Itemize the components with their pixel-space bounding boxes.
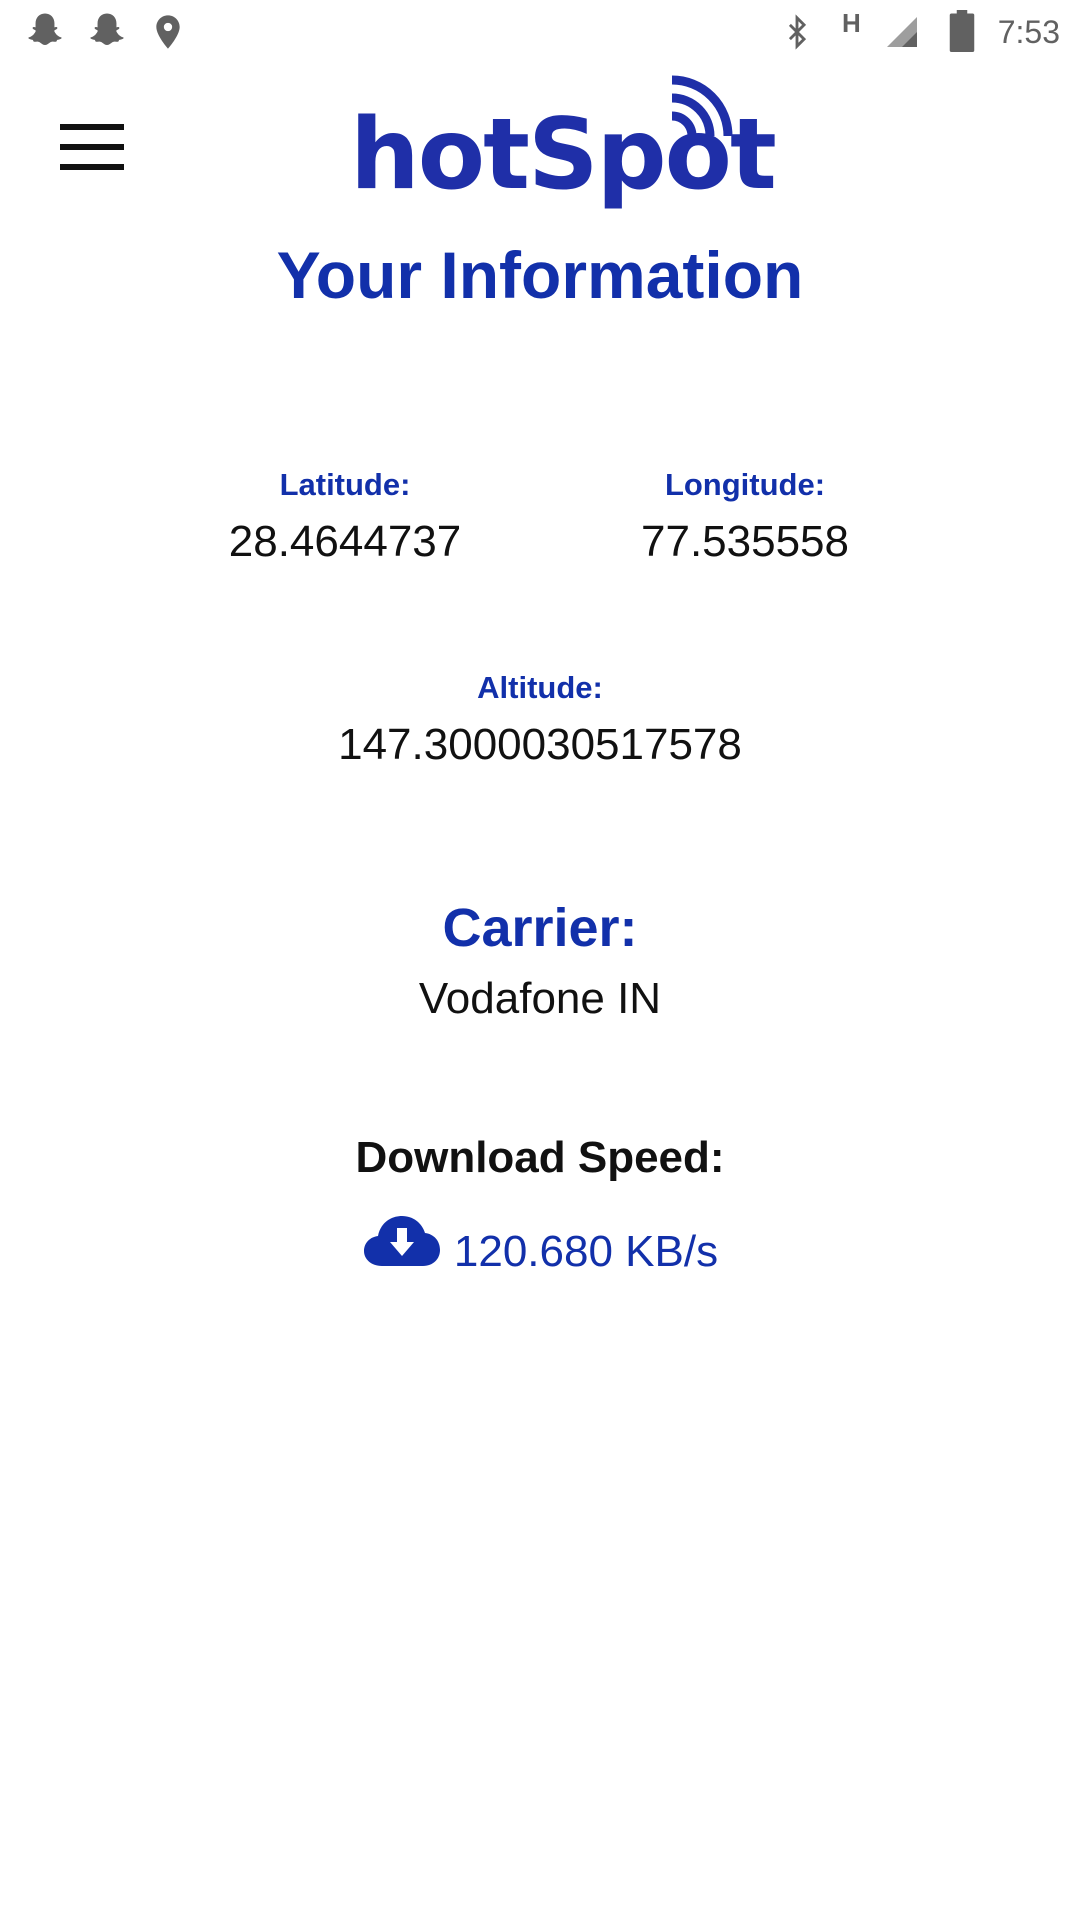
app-logo: hotSpot: [344, 66, 777, 216]
signal-icon: [887, 17, 917, 47]
download-section: Download Speed: 120.680 KB/s: [0, 1136, 1080, 1274]
status-time: 7:53: [997, 14, 1060, 50]
latitude-field: Latitude: 28.4644737: [190, 469, 500, 564]
longitude-value: 77.535558: [641, 517, 849, 566]
hamburger-menu-icon: [60, 124, 124, 130]
network-h-icon: H: [842, 8, 861, 38]
status-bar: H 7:53: [0, 0, 1080, 64]
bluetooth-icon: [788, 14, 807, 50]
longitude-field: Longitude: 77.535558: [590, 469, 900, 564]
latitude-value: 28.4644737: [228, 517, 462, 566]
cloud-download-icon: [363, 1216, 440, 1266]
status-bar-system: H 7:53: [0, 0, 1080, 64]
page-title: Your Information: [276, 238, 804, 312]
download-speed-label: Download Speed:: [355, 1133, 725, 1182]
carrier-label: Carrier:: [442, 898, 638, 958]
altitude-field: Altitude: 147.3000030517578: [240, 672, 840, 767]
wifi-signal-icon: [671, 75, 733, 136]
latitude-label: Latitude:: [279, 467, 411, 502]
altitude-value: 147.3000030517578: [338, 720, 742, 769]
carrier-value: Vodafone IN: [418, 974, 662, 1023]
download-speed-row: 120.680 KB/s: [0, 1206, 1080, 1274]
altitude-label: Altitude:: [477, 670, 603, 705]
longitude-label: Longitude:: [664, 467, 826, 502]
download-speed-value: 120.680 KB/s: [453, 1227, 719, 1276]
battery-icon: [949, 10, 975, 52]
menu-button[interactable]: [60, 124, 124, 170]
carrier-section: Carrier: Vodafone IN: [0, 901, 1080, 1021]
